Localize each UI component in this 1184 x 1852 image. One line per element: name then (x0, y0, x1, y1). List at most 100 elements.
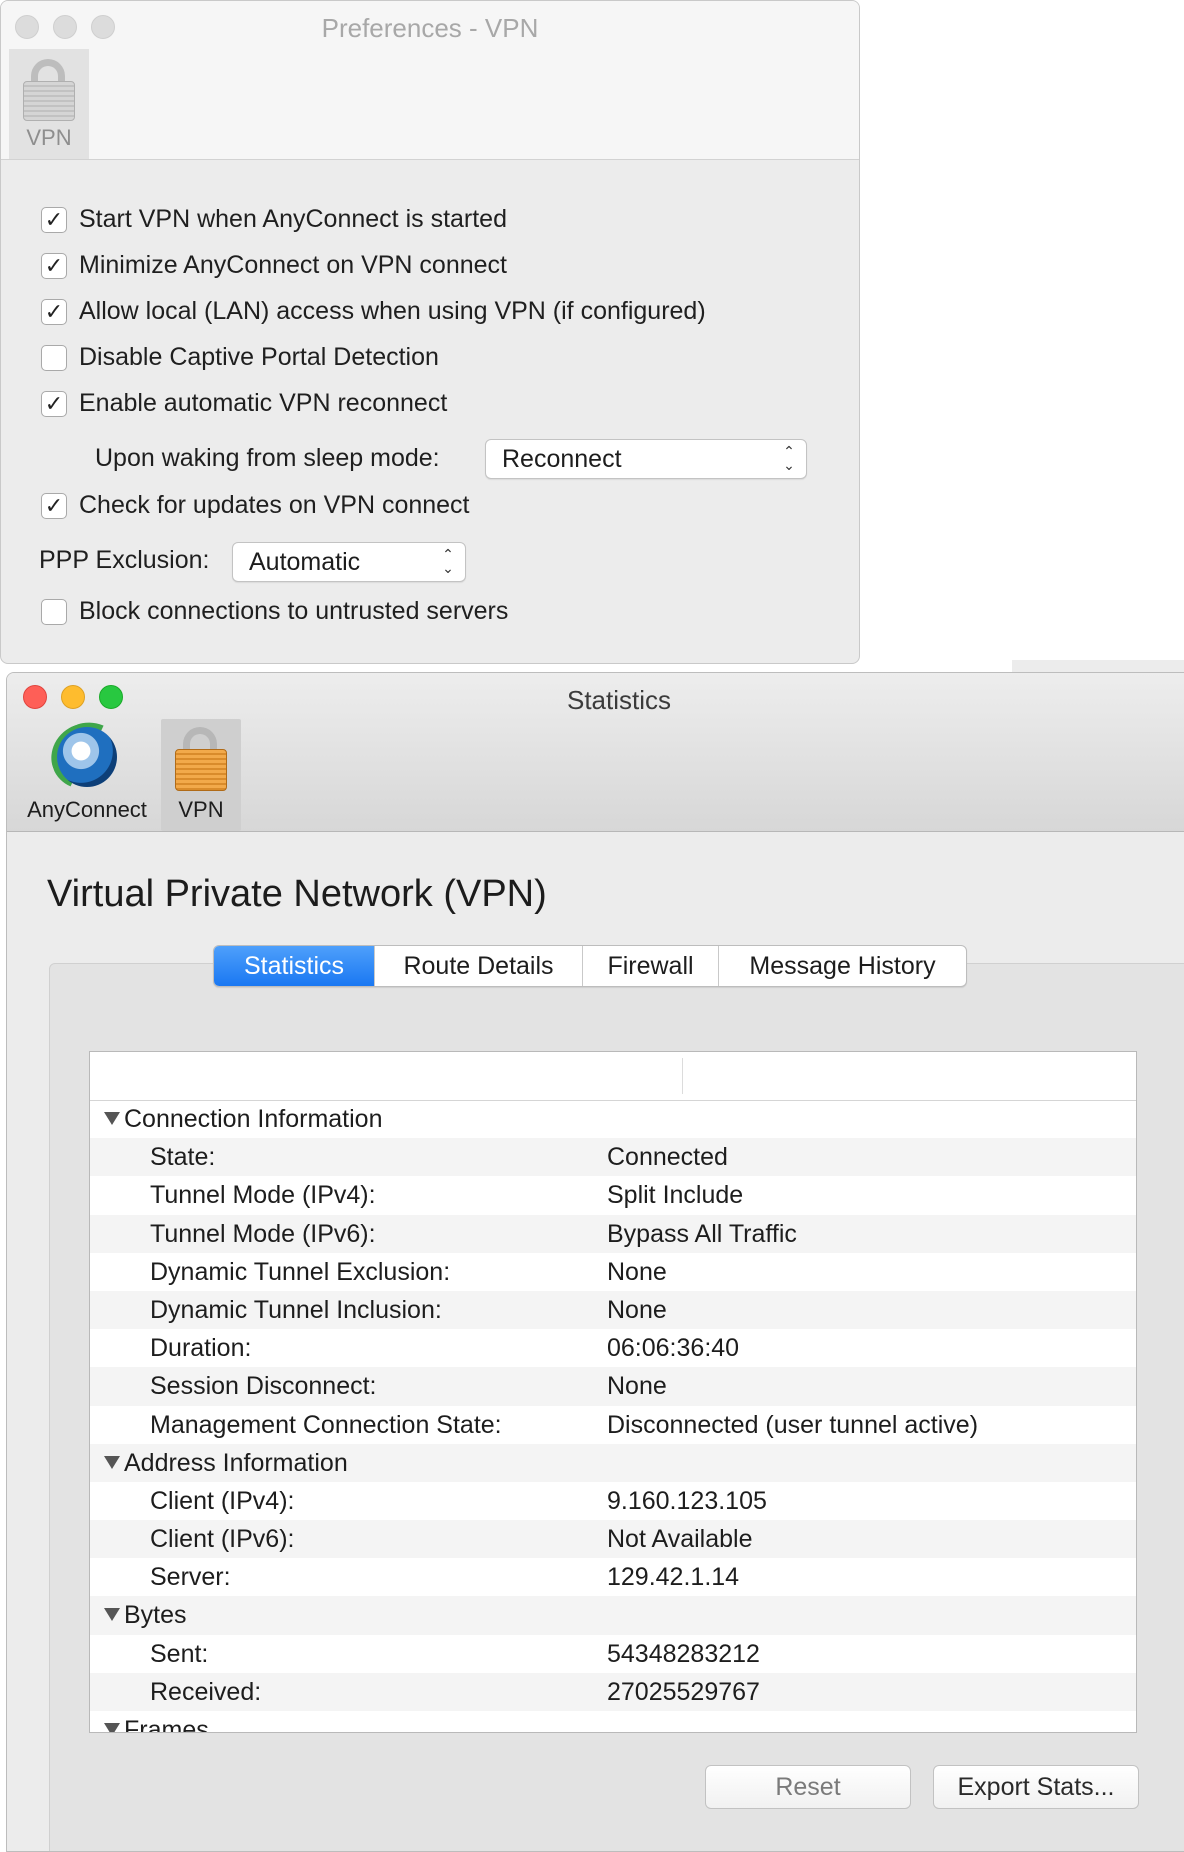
option-label: Disable Captive Portal Detection (79, 343, 439, 371)
tab-message-history[interactable]: Message History (718, 946, 966, 986)
row-value: 9.160.123.105 (607, 1486, 767, 1515)
group-label: Bytes (124, 1601, 187, 1630)
row-label: Management Connection State: (150, 1410, 502, 1439)
option-auto-reconnect[interactable]: ✓ Enable automatic VPN reconnect (41, 389, 447, 418)
table-row: Duration: 06:06:36:40 (90, 1329, 1136, 1367)
preferences-window: Preferences - VPN VPN ✓ Start VPN when A… (0, 0, 860, 664)
disclosure-triangle-icon[interactable] (104, 1112, 120, 1125)
updown-arrows-icon: ⌃ ⌄ (783, 443, 795, 473)
row-label: Client (IPv6): (150, 1525, 295, 1554)
preferences-titlebar: Preferences - VPN VPN (1, 1, 859, 160)
group-row[interactable]: Bytes (90, 1596, 1136, 1635)
row-label: Server: (150, 1563, 231, 1592)
option-label: Minimize AnyConnect on VPN connect (79, 251, 507, 279)
option-label: Allow local (LAN) access when using VPN … (79, 297, 706, 325)
row-value: 27025529767 (607, 1677, 760, 1706)
table-row: Client (IPv6): Not Available (90, 1520, 1136, 1559)
tab-statistics[interactable]: Statistics (214, 946, 374, 986)
statistics-window: Statistics AnyConnect VPN Virtual Privat… (6, 672, 1184, 1852)
anyconnect-globe-icon (57, 727, 117, 787)
checkbox[interactable]: ✓ (41, 252, 67, 279)
ppp-exclusion-select[interactable]: Automatic ⌃ ⌄ (232, 542, 466, 582)
table-row: Server: 129.42.1.14 (90, 1558, 1136, 1596)
table-row: State: Connected (90, 1138, 1136, 1177)
column-divider[interactable] (682, 1058, 683, 1094)
option-label: Check for updates on VPN connect (79, 491, 470, 519)
toolbar-vpn-label: VPN (26, 125, 72, 150)
row-label: State: (150, 1143, 216, 1172)
disclosure-triangle-icon[interactable] (104, 1455, 120, 1469)
window-title: Preferences - VPN (321, 13, 539, 43)
group-label: Address Information (124, 1448, 348, 1477)
sleep-mode-select[interactable]: Reconnect ⌃ ⌄ (485, 439, 807, 479)
export-stats-button[interactable]: Export Stats... (933, 1765, 1139, 1809)
sleep-mode-label: Upon waking from sleep mode: (95, 444, 440, 472)
tab-route-details[interactable]: Route Details (374, 946, 582, 986)
window-title: Statistics (566, 685, 672, 715)
table-row: Sent: 54348283212 (90, 1635, 1136, 1673)
table-row: Management Connection State: Disconnected… (90, 1406, 1136, 1444)
disclosure-triangle-icon[interactable] (104, 1608, 120, 1622)
page-title: Virtual Private Network (VPN) (47, 873, 547, 915)
option-label: Block connections to untrusted servers (79, 597, 509, 625)
row-label: Client (IPv4): (150, 1486, 295, 1515)
toolbar-anyconnect-button[interactable]: AnyConnect (21, 712, 153, 831)
tab-firewall[interactable]: Firewall (582, 946, 718, 986)
reset-button[interactable]: Reset (705, 1765, 911, 1809)
ppp-exclusion-label: PPP Exclusion: (39, 546, 210, 574)
checkbox[interactable] (41, 598, 67, 625)
group-label: Frames (124, 1716, 209, 1733)
option-check-updates[interactable]: ✓ Check for updates on VPN connect (41, 491, 470, 520)
ppp-exclusion-value: Automatic (249, 547, 361, 576)
option-allow-lan[interactable]: ✓ Allow local (LAN) access when using VP… (41, 297, 706, 326)
toolbar-anyconnect-label: AnyConnect (27, 797, 147, 822)
checkbox[interactable] (41, 344, 67, 371)
option-minimize[interactable]: ✓ Minimize AnyConnect on VPN connect (41, 251, 507, 280)
table-row: Tunnel Mode (IPv4): Split Include (90, 1176, 1136, 1214)
tab-bar: Statistics Route Details Firewall Messag… (213, 945, 967, 987)
option-block-untrusted[interactable]: Block connections to untrusted servers (41, 597, 508, 626)
table-row: Session Disconnect: None (90, 1367, 1136, 1406)
row-label: Duration: (150, 1334, 252, 1363)
sleep-mode-value: Reconnect (502, 444, 622, 473)
checkbox[interactable]: ✓ (41, 298, 67, 325)
toolbar-vpn-button[interactable]: VPN (9, 49, 89, 159)
row-label: Dynamic Tunnel Exclusion: (150, 1257, 451, 1286)
row-value: Connected (607, 1143, 728, 1172)
checkbox[interactable]: ✓ (41, 206, 67, 233)
row-value: Disconnected (user tunnel active) (607, 1410, 979, 1439)
table-row: Client (IPv4): 9.160.123.105 (90, 1482, 1136, 1520)
row-label: Tunnel Mode (IPv6): (150, 1219, 376, 1248)
disclosure-triangle-icon[interactable] (104, 1723, 120, 1732)
group-row[interactable]: Address Information (90, 1443, 1136, 1482)
statistics-titlebar: Statistics AnyConnect VPN (7, 673, 1184, 832)
checkbox[interactable]: ✓ (41, 390, 67, 417)
row-label: Received: (150, 1677, 262, 1706)
row-value: None (607, 1372, 667, 1401)
group-row[interactable]: Connection Information (90, 1100, 1136, 1138)
table-row: Dynamic Tunnel Exclusion: None (90, 1253, 1136, 1291)
toolbar-vpn-label: VPN (178, 797, 224, 822)
option-label: Start VPN when AnyConnect is started (79, 205, 507, 233)
row-value: Split Include (607, 1181, 744, 1210)
table-row: Dynamic Tunnel Inclusion: None (90, 1290, 1136, 1330)
row-label: Tunnel Mode (IPv4): (150, 1181, 376, 1210)
row-value: 06:06:36:40 (607, 1334, 740, 1363)
checkbox[interactable]: ✓ (41, 492, 67, 519)
row-label: Sent: (150, 1639, 209, 1668)
updown-arrows-icon: ⌃ ⌄ (442, 546, 454, 576)
row-value: 54348283212 (607, 1639, 760, 1668)
toolbar-vpn-button[interactable]: VPN (161, 719, 241, 831)
row-label: Dynamic Tunnel Inclusion: (150, 1295, 442, 1324)
row-value: 129.42.1.14 (607, 1563, 740, 1592)
table-header (90, 1052, 1136, 1101)
row-value: Not Available (607, 1525, 753, 1554)
option-label: Enable automatic VPN reconnect (79, 389, 448, 417)
option-start-vpn[interactable]: ✓ Start VPN when AnyConnect is started (41, 205, 507, 234)
row-value: Bypass All Traffic (607, 1219, 797, 1248)
statistics-table[interactable]: Connection Information State: Connected Tun… (89, 1051, 1137, 1733)
row-label: Session Disconnect: (150, 1372, 377, 1401)
row-value: None (607, 1257, 667, 1286)
option-captive-portal[interactable]: Disable Captive Portal Detection (41, 343, 439, 372)
group-row[interactable]: Frames (90, 1711, 1136, 1733)
